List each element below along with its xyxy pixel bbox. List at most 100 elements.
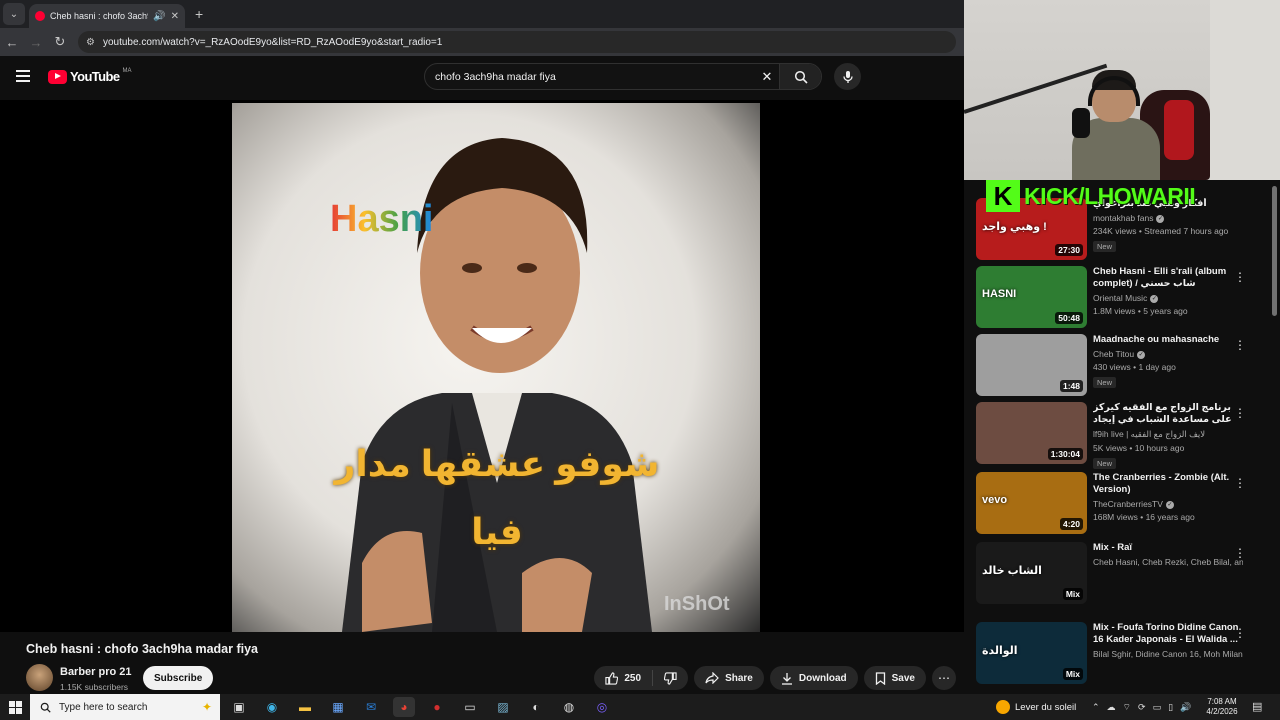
- share-button[interactable]: Share: [694, 666, 764, 690]
- video-thumbnail[interactable]: 1:30:04: [976, 402, 1087, 464]
- channel-name[interactable]: Barber pro 21: [60, 666, 132, 678]
- recommended-video-title[interactable]: Mix - Raï: [1093, 542, 1243, 554]
- video-player[interactable]: Hasni شوفو عشقها مدار فيا InShOt: [0, 100, 964, 632]
- outlook-icon[interactable]: ✉: [360, 697, 382, 717]
- weather-widget[interactable]: Lever du soleil: [996, 694, 1076, 720]
- edge-icon[interactable]: ◉: [261, 697, 283, 717]
- more-actions-button[interactable]: ⋯: [932, 666, 956, 690]
- microphone-icon: [842, 70, 853, 83]
- recommended-channel-name[interactable]: Oriental Music: [1093, 293, 1147, 303]
- sidebar-scrollbar[interactable]: [1272, 186, 1277, 316]
- more-options-icon[interactable]: ⋮: [1234, 546, 1246, 560]
- more-options-icon[interactable]: ⋮: [1234, 338, 1246, 352]
- search-box[interactable]: chofo 3ach9ha madar fiya ✕: [424, 63, 822, 90]
- view-count-and-age: 234K views • Streamed 7 hours ago: [1093, 226, 1229, 236]
- voice-search-button[interactable]: [834, 63, 861, 90]
- duration-badge: 50:48: [1055, 312, 1083, 324]
- recommended-channel-name[interactable]: Cheb Titou: [1093, 349, 1134, 359]
- reload-button[interactable]: ↻: [48, 34, 72, 50]
- browser-tab[interactable]: Cheb hasni : chofo 3ach9ha madar fiya 🔊 …: [29, 4, 185, 28]
- recommended-video-item[interactable]: الشاب خالد Mix Mix - Raï Cheb Hasni, Cheb R…: [976, 542, 1270, 604]
- search-button[interactable]: [779, 64, 821, 89]
- search-input[interactable]: chofo 3ach9ha madar fiya: [425, 71, 755, 83]
- obs-icon[interactable]: ◍: [558, 697, 580, 717]
- new-badge: New: [1093, 241, 1117, 252]
- kick-channel-banner: K KICK/LHOWARII: [986, 180, 1246, 212]
- app-red-icon[interactable]: ●: [426, 697, 448, 717]
- thumbnail-text: الوالدة: [982, 645, 1018, 657]
- share-icon: [705, 672, 719, 684]
- thumbnail-text: الشاب خالد: [982, 565, 1042, 577]
- clear-search-icon[interactable]: ✕: [755, 69, 779, 85]
- video-thumbnail[interactable]: الوالدة Mix: [976, 622, 1087, 684]
- recommended-channel-row: Cheb Titou ✓: [1093, 349, 1243, 359]
- photo-app-icon[interactable]: ▨: [492, 697, 514, 717]
- forward-button[interactable]: →: [24, 35, 48, 50]
- save-button[interactable]: Save: [863, 666, 926, 690]
- recommended-video-item[interactable]: vevo 4:20 The Cranberries - Zombie (Alt. V…: [976, 472, 1270, 534]
- close-tab-icon[interactable]: ✕: [171, 11, 179, 22]
- recommended-video-title[interactable]: Maadnache ou mahasnache: [1093, 334, 1243, 346]
- recommended-video-title[interactable]: برنامج الزواج مع الفقيه كيركز على مساعدة…: [1093, 402, 1243, 426]
- weather-text: Lever du soleil: [1015, 701, 1077, 713]
- browser-toolbar: ← → ↻ ⚙ youtube.com/watch?v=_RzAOodE9yo&…: [0, 28, 964, 56]
- recommended-video-title[interactable]: Mix - Foufa Torino Didine Canon 16 Kader…: [1093, 622, 1243, 646]
- monitor-icon[interactable]: ▭: [1153, 702, 1162, 713]
- chrome-icon[interactable]: ◕: [393, 697, 415, 717]
- chevron-up-icon[interactable]: ⌃: [1092, 702, 1100, 713]
- video-thumbnail[interactable]: الشاب خالد Mix: [976, 542, 1087, 604]
- duration-badge: 27:30: [1055, 244, 1083, 256]
- recommended-video-title[interactable]: Cheb Hasni - Elli s'rali (album complet)…: [1093, 266, 1243, 290]
- store-icon[interactable]: ▦: [327, 697, 349, 717]
- network-icon[interactable]: ⌔: [1123, 702, 1131, 713]
- recommended-video-item[interactable]: 1:30:04 برنامج الزواج مع الفقيه كيركز على…: [976, 402, 1270, 469]
- recommended-video-title[interactable]: The Cranberries - Zombie (Alt. Version): [1093, 472, 1243, 496]
- recommended-video-item[interactable]: HASNI 50:48 Cheb Hasni - Elli s'rali (albu…: [976, 266, 1270, 328]
- subscribe-button[interactable]: Subscribe: [143, 666, 214, 690]
- recommended-channel-name[interactable]: Cheb Hasni, Cheb Rezki, Cheb Bilal, and …: [1093, 557, 1243, 567]
- onedrive-icon[interactable]: ☁: [1107, 702, 1116, 713]
- app-purple-icon[interactable]: ◎: [591, 697, 613, 717]
- video-thumbnail[interactable]: 1:48: [976, 334, 1087, 396]
- site-info-icon[interactable]: ⚙: [86, 37, 95, 48]
- volume-icon[interactable]: 🔊: [1180, 702, 1191, 713]
- video-thumbnail[interactable]: vevo 4:20: [976, 472, 1087, 534]
- bookmark-icon: [875, 671, 885, 685]
- task-view-icon[interactable]: ▣: [228, 697, 250, 717]
- more-options-icon[interactable]: ⋮: [1234, 626, 1246, 640]
- youtube-logo[interactable]: YouTube MA: [48, 68, 131, 84]
- recommended-video-item[interactable]: 1:48 Maadnache ou mahasnache Cheb Titou ✓ 43…: [976, 334, 1270, 396]
- save-label: Save: [891, 672, 915, 684]
- battery-icon[interactable]: ▯: [1168, 702, 1173, 713]
- youtube-play-icon: [48, 69, 67, 84]
- tab-search-button[interactable]: ⌄: [3, 3, 25, 25]
- more-options-icon[interactable]: ⋮: [1234, 270, 1246, 284]
- sync-icon[interactable]: ⟳: [1138, 702, 1146, 713]
- dislike-button[interactable]: [653, 671, 688, 685]
- more-options-icon[interactable]: ⋮: [1234, 476, 1246, 490]
- address-bar[interactable]: ⚙ youtube.com/watch?v=_RzAOodE9yo&list=R…: [78, 31, 956, 53]
- notifications-icon[interactable]: ▤: [1252, 700, 1262, 713]
- recommended-channel-name[interactable]: TheCranberriesTV: [1093, 499, 1163, 509]
- recommended-video-item[interactable]: الوالدة Mix Mix - Foufa Torino Didine Cano…: [976, 622, 1270, 684]
- new-tab-button[interactable]: +: [195, 6, 203, 22]
- like-button[interactable]: 250: [594, 670, 654, 686]
- recommended-channel-name[interactable]: lf9ih live | لايف الزواج مع الفقيه: [1093, 429, 1205, 439]
- recommended-channel-name[interactable]: montakhab fans: [1093, 213, 1153, 223]
- video-frame[interactable]: Hasni شوفو عشقها مدار فيا InShOt: [232, 103, 760, 632]
- terminal-icon[interactable]: ▭: [459, 697, 481, 717]
- taskbar-search[interactable]: Type here to search ✦: [30, 694, 220, 720]
- file-explorer-icon[interactable]: ▬: [294, 697, 316, 717]
- more-options-icon[interactable]: ⋮: [1234, 406, 1246, 420]
- view-count-and-age: 5K views • 10 hours ago: [1093, 443, 1185, 453]
- start-button[interactable]: [0, 700, 30, 714]
- recommended-channel-name[interactable]: Bilal Sghir, Didine Canon 16, Moh Milano…: [1093, 649, 1243, 659]
- app-4k-icon[interactable]: ◐: [525, 697, 547, 717]
- channel-avatar[interactable]: [26, 664, 53, 691]
- video-thumbnail[interactable]: HASNI 50:48: [976, 266, 1087, 328]
- menu-icon[interactable]: [16, 70, 30, 82]
- taskbar-clock[interactable]: 7:08 AM 4/2/2026: [1202, 697, 1242, 717]
- download-button[interactable]: Download: [769, 666, 858, 690]
- back-button[interactable]: ←: [0, 35, 24, 50]
- speaker-icon[interactable]: 🔊: [153, 11, 165, 22]
